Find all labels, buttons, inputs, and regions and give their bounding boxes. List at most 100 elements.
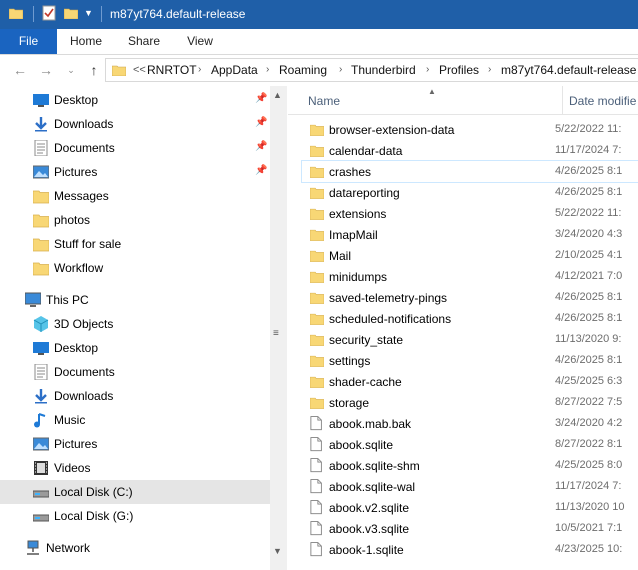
folder-row[interactable]: calendar-data 11/17/2024 7: <box>302 140 638 161</box>
file-icon <box>310 542 324 557</box>
folder-row[interactable]: scheduled-notifications 4/26/2025 8:1 <box>302 308 638 329</box>
folder-row[interactable]: settings 4/26/2025 8:1 <box>302 350 638 371</box>
nav-item-desktop[interactable]: Desktop 📌 <box>0 88 270 112</box>
tab-share[interactable]: Share <box>120 29 168 54</box>
breadcrumb-thunderbird[interactable]: Thunderbird <box>351 59 416 81</box>
scroll-up-icon[interactable]: ▲ <box>273 90 282 100</box>
scroll-thumb[interactable]: ≡ <box>273 328 279 339</box>
folder-icon <box>309 353 325 368</box>
folder-icon <box>309 164 325 179</box>
breadcrumb-rnrtot[interactable]: RNRTOT <box>147 59 197 81</box>
nav-item-label: Local Disk (C:) <box>54 485 133 499</box>
file-date-modified: 4/25/2025 6:3 <box>555 375 623 387</box>
nav-item-music[interactable]: Music <box>0 408 270 432</box>
tab-file[interactable]: File <box>0 29 57 54</box>
nav-item-label: Local Disk (G:) <box>54 509 134 523</box>
nav-item-local-disk-c[interactable]: Local Disk (C:) <box>0 480 270 504</box>
file-row[interactable]: abook.sqlite-wal 11/17/2024 7: <box>302 476 638 497</box>
tab-view[interactable]: View <box>176 29 224 54</box>
folder-row[interactable]: security_state 11/13/2020 9: <box>302 329 638 350</box>
file-date-modified: 11/17/2024 7: <box>555 144 622 156</box>
nav-item-3d-objects[interactable]: 3D Objects <box>0 312 270 336</box>
nav-item-documents[interactable]: Documents <box>0 360 270 384</box>
column-date-modified[interactable]: Date modifie <box>569 94 636 108</box>
nav-item-stuff-for-sale[interactable]: Stuff for sale <box>0 232 270 256</box>
chevron-right-icon[interactable]: › <box>488 59 491 81</box>
ribbon-tabs: File Home Share View <box>0 29 638 55</box>
breadcrumb-roaming[interactable]: Roaming <box>279 59 327 81</box>
folder-row[interactable]: saved-telemetry-pings 4/26/2025 8:1 <box>302 287 638 308</box>
file-name: abook.sqlite <box>329 438 394 452</box>
file-name: minidumps <box>329 270 388 284</box>
breadcrumb-profiles[interactable]: Profiles <box>439 59 479 81</box>
folder-row[interactable]: minidumps 4/12/2021 7:0 <box>302 266 638 287</box>
file-date-modified: 4/23/2025 10: <box>555 543 623 555</box>
column-name[interactable]: Name <box>308 94 340 108</box>
folder-row[interactable]: storage 8/27/2022 7:5 <box>302 392 638 413</box>
nav-item-downloads[interactable]: Downloads 📌 <box>0 112 270 136</box>
back-arrow-icon[interactable]: ← <box>11 61 29 79</box>
pin-icon[interactable]: 📌 <box>255 93 267 105</box>
forward-arrow-icon[interactable]: → <box>37 61 55 79</box>
file-row[interactable]: abook.mab.bak 3/24/2020 4:2 <box>302 413 638 434</box>
properties-icon[interactable] <box>42 5 56 21</box>
tab-home[interactable]: Home <box>62 29 110 54</box>
nav-item-videos[interactable]: Videos <box>0 456 270 480</box>
address-bar[interactable]: << RNRTOT › AppData › Roaming › Thunderb… <box>105 58 638 82</box>
nav-item-label: Workflow <box>54 261 104 275</box>
pin-icon[interactable]: 📌 <box>255 165 267 177</box>
folder-row[interactable]: browser-extension-data 5/22/2022 11: <box>302 119 638 140</box>
nav-item-label: Stuff for sale <box>54 237 122 251</box>
nav-item-desktop[interactable]: Desktop <box>0 336 270 360</box>
nav-item-label: photos <box>54 213 91 227</box>
file-date-modified: 4/12/2021 7:0 <box>555 270 623 282</box>
nav-item-photos[interactable]: photos <box>0 208 270 232</box>
sort-ascending-icon: ▲ <box>428 87 436 96</box>
nav-item-network[interactable]: Network <box>0 536 270 560</box>
folder-row[interactable]: shader-cache 4/25/2025 6:3 <box>302 371 638 392</box>
file-row[interactable]: abook.sqlite 8/27/2022 8:1 <box>302 434 638 455</box>
nav-item-local-disk-g[interactable]: Local Disk (G:) <box>0 504 270 528</box>
folder-row[interactable]: Mail 2/10/2025 4:1 <box>302 245 638 266</box>
breadcrumb-current[interactable]: m87yt764.default-release <box>501 59 636 81</box>
nav-item-this-pc[interactable]: This PC <box>0 288 270 312</box>
column-divider[interactable] <box>562 86 563 114</box>
file-row[interactable]: abook.sqlite-shm 4/25/2025 8:0 <box>302 455 638 476</box>
breadcrumb-appdata[interactable]: AppData <box>211 59 258 81</box>
address-overflow[interactable]: << <box>133 59 146 81</box>
new-folder-icon[interactable] <box>64 7 78 19</box>
title-bar: ▼ m87yt764.default-release <box>0 0 638 29</box>
chevron-right-icon[interactable]: › <box>339 59 342 81</box>
nav-item-label: Pictures <box>54 437 98 451</box>
folder-icon <box>32 236 50 252</box>
nav-item-pictures[interactable]: Pictures <box>0 432 270 456</box>
folder-icon <box>32 260 50 276</box>
nav-item-downloads[interactable]: Downloads <box>0 384 270 408</box>
folder-icon <box>309 311 325 326</box>
chevron-right-icon[interactable]: › <box>266 59 269 81</box>
quick-access-dropdown-icon[interactable]: ▼ <box>84 8 93 18</box>
file-name: shader-cache <box>329 375 402 389</box>
pin-icon[interactable]: 📌 <box>255 141 267 153</box>
recent-locations-chevron-icon[interactable]: ⌄ <box>62 61 80 79</box>
scroll-down-icon[interactable]: ▼ <box>273 546 282 556</box>
nav-item-documents[interactable]: Documents 📌 <box>0 136 270 160</box>
chevron-right-icon[interactable]: › <box>198 59 201 81</box>
chevron-right-icon[interactable]: › <box>426 59 429 81</box>
nav-item-messages[interactable]: Messages <box>0 184 270 208</box>
folder-row[interactable]: datareporting 4/26/2025 8:1 <box>302 182 638 203</box>
file-name: abook.mab.bak <box>329 417 412 431</box>
file-row[interactable]: abook-1.sqlite 4/23/2025 10: <box>302 539 638 560</box>
file-row[interactable]: abook.v2.sqlite 11/13/2020 10 <box>302 497 638 518</box>
folder-row[interactable]: extensions 5/22/2022 11: <box>302 203 638 224</box>
folder-row[interactable]: ImapMail 3/24/2020 4:3 <box>302 224 638 245</box>
file-row[interactable]: abook.v3.sqlite 10/5/2021 7:1 <box>302 518 638 539</box>
file-date-modified: 11/13/2020 9: <box>555 333 622 345</box>
file-icon <box>310 521 324 536</box>
pin-icon[interactable]: 📌 <box>255 117 267 129</box>
nav-item-pictures[interactable]: Pictures 📌 <box>0 160 270 184</box>
nav-item-workflow[interactable]: Workflow <box>0 256 270 280</box>
nav-pane-scrollbar[interactable]: ▲ ≡ ▼ <box>270 86 287 570</box>
folder-row[interactable]: crashes 4/26/2025 8:1 <box>301 160 638 183</box>
up-arrow-icon[interactable]: ↑ <box>85 61 103 79</box>
